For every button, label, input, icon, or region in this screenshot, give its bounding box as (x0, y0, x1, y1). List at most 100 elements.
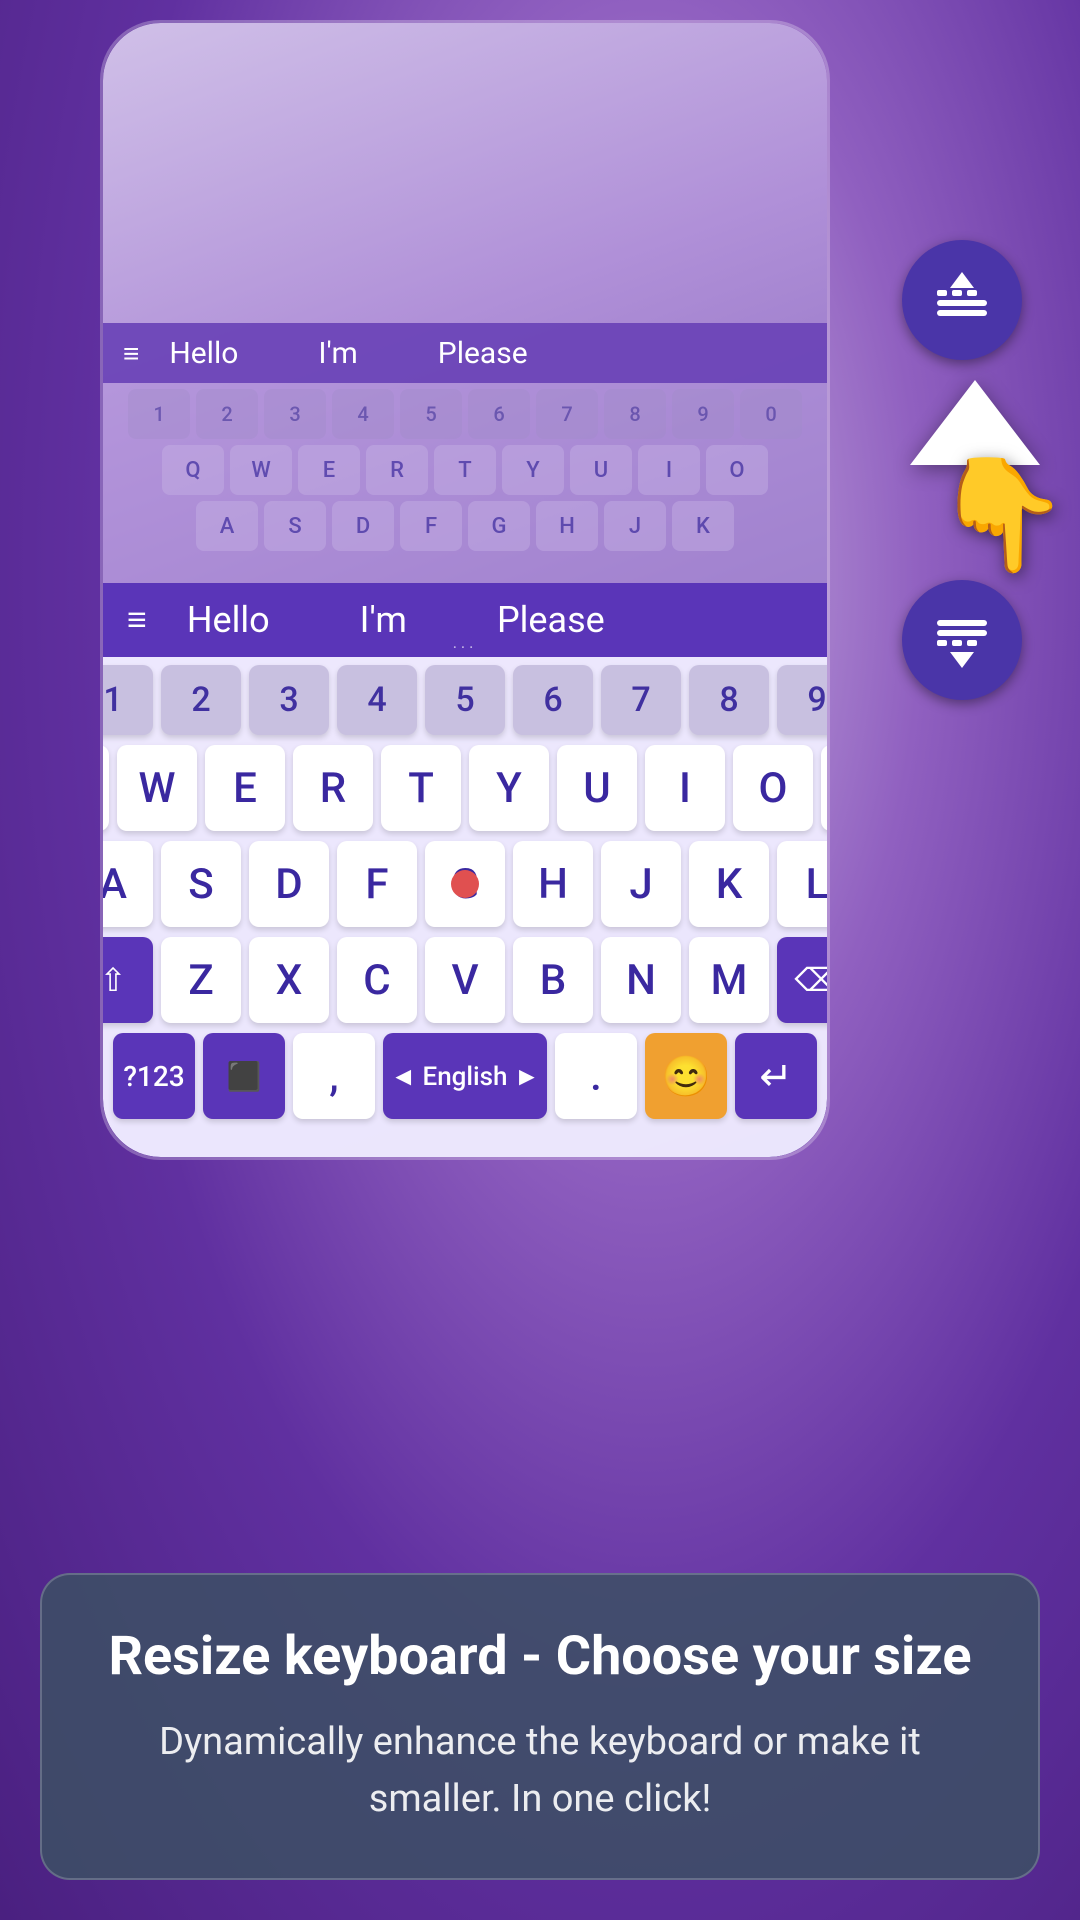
symbol-key[interactable]: ?123 (113, 1033, 195, 1119)
key-y[interactable]: Y (469, 745, 549, 831)
mini-key-rows: 1 2 3 4 5 6 7 8 9 0 Q W E R T Y (103, 383, 827, 563)
mini-key-7[interactable]: 7 (536, 389, 598, 439)
number-row: 1 2 3 4 5 6 7 8 9 (113, 665, 817, 735)
mini-key-0[interactable]: 0 (740, 389, 802, 439)
mini-key-8[interactable]: 8 (604, 389, 666, 439)
mini-key-w[interactable]: W (230, 445, 292, 495)
key-m[interactable]: M (689, 937, 769, 1023)
suggestion-please[interactable]: Please (497, 599, 605, 641)
key-d[interactable]: D (249, 841, 329, 927)
mini-key-5[interactable]: 5 (400, 389, 462, 439)
mini-suggestion-bar: ≡ Hello I'm Please (103, 323, 827, 383)
mini-key-y[interactable]: Y (502, 445, 564, 495)
mini-key-9[interactable]: 9 (672, 389, 734, 439)
key-7[interactable]: 7 (601, 665, 681, 735)
key-a[interactable]: A (103, 841, 153, 927)
key-6[interactable]: 6 (513, 665, 593, 735)
mini-key-k[interactable]: K (672, 501, 734, 551)
key-o[interactable]: O (733, 745, 813, 831)
suggestion-im[interactable]: I'm (360, 599, 407, 641)
main-keyboard: ≡ Hello I'm Please ··· 1 2 3 4 5 6 7 (103, 583, 827, 1157)
key-n[interactable]: N (601, 937, 681, 1023)
bottom-row: ?123 ⬛ , ◄ English ► . 😊 ↵ (113, 1033, 817, 1119)
key-8[interactable]: 8 (689, 665, 769, 735)
key-5[interactable]: 5 (425, 665, 505, 735)
keyboard-up-icon (932, 270, 992, 330)
asdf-row-wrapper: A S D F G H J K L (113, 841, 817, 927)
key-x[interactable]: X (249, 937, 329, 1023)
mini-number-row: 1 2 3 4 5 6 7 8 9 0 (111, 389, 819, 439)
backspace-key[interactable]: ⌫ (777, 937, 827, 1023)
mini-key-j[interactable]: J (604, 501, 666, 551)
mini-keyboard-small: ≡ Hello I'm Please 1 2 3 4 5 6 7 8 9 (103, 323, 827, 603)
main-suggestion-bar: ≡ Hello I'm Please ··· (103, 583, 827, 657)
key-z[interactable]: Z (161, 937, 241, 1023)
mini-key-h[interactable]: H (536, 501, 598, 551)
mini-row-qwerty: Q W E R T Y U I O (111, 445, 819, 495)
key-q[interactable]: Q (103, 745, 109, 831)
mini-suggestion-im[interactable]: I'm (318, 336, 357, 371)
mini-key-2[interactable]: 2 (196, 389, 258, 439)
shift-key[interactable]: ⇧ (103, 937, 153, 1023)
mini-suggestion-please[interactable]: Please (438, 336, 528, 371)
language-key[interactable]: ◄ English ► (383, 1033, 547, 1119)
key-4[interactable]: 4 (337, 665, 417, 735)
mini-row-asdf: A S D F G H J K (111, 501, 819, 551)
key-l[interactable]: L (777, 841, 827, 927)
mini-key-a[interactable]: A (196, 501, 258, 551)
mini-key-u[interactable]: U (570, 445, 632, 495)
mini-key-i[interactable]: I (638, 445, 700, 495)
translate-key[interactable]: ⬛ (203, 1033, 285, 1119)
key-u[interactable]: U (557, 745, 637, 831)
key-2[interactable]: 2 (161, 665, 241, 735)
phone-frame: ≡ Hello I'm Please 1 2 3 4 5 6 7 8 9 (100, 20, 830, 1160)
keyboard-down-icon (932, 610, 992, 670)
mini-key-1[interactable]: 1 (128, 389, 190, 439)
mini-menu-icon[interactable]: ≡ (123, 337, 139, 370)
key-c[interactable]: C (337, 937, 417, 1023)
mini-key-3[interactable]: 3 (264, 389, 326, 439)
keyboard-up-button[interactable] (902, 240, 1022, 360)
key-w[interactable]: W (117, 745, 197, 831)
mini-key-d[interactable]: D (332, 501, 394, 551)
emoji-key[interactable]: 😊 (645, 1033, 727, 1119)
keyboard-down-button[interactable] (902, 580, 1022, 700)
mini-key-4[interactable]: 4 (332, 389, 394, 439)
info-title: Resize keyboard - Choose your size (102, 1625, 978, 1690)
mini-key-r[interactable]: R (366, 445, 428, 495)
arrow-up-container: 👇 (910, 380, 1040, 465)
period-key[interactable]: . (555, 1033, 637, 1119)
g-dot-indicator (451, 870, 479, 898)
mini-key-g[interactable]: G (468, 501, 530, 551)
key-t[interactable]: T (381, 745, 461, 831)
suggestion-hello[interactable]: Hello (187, 599, 270, 641)
key-s[interactable]: S (161, 841, 241, 927)
key-j[interactable]: J (601, 841, 681, 927)
mini-key-e[interactable]: E (298, 445, 360, 495)
key-r[interactable]: R (293, 745, 373, 831)
main-suggestions: Hello I'm Please (187, 599, 605, 641)
key-b[interactable]: B (513, 937, 593, 1023)
key-p[interactable]: P (821, 745, 827, 831)
key-k[interactable]: K (689, 841, 769, 927)
mini-key-o[interactable]: O (706, 445, 768, 495)
mini-key-q[interactable]: Q (162, 445, 224, 495)
key-1[interactable]: 1 (103, 665, 153, 735)
key-e[interactable]: E (205, 745, 285, 831)
key-g[interactable]: G (425, 841, 505, 927)
mini-suggestion-hello[interactable]: Hello (169, 336, 238, 371)
key-i[interactable]: I (645, 745, 725, 831)
enter-key[interactable]: ↵ (735, 1033, 817, 1119)
key-9[interactable]: 9 (777, 665, 827, 735)
main-menu-icon[interactable]: ≡ (127, 600, 147, 640)
comma-key[interactable]: , (293, 1033, 375, 1119)
key-f[interactable]: F (337, 841, 417, 927)
mini-key-s[interactable]: S (264, 501, 326, 551)
key-h[interactable]: H (513, 841, 593, 927)
mini-key-f[interactable]: F (400, 501, 462, 551)
key-v[interactable]: V (425, 937, 505, 1023)
mini-key-6[interactable]: 6 (468, 389, 530, 439)
suggestion-dots: ··· (453, 638, 478, 657)
key-3[interactable]: 3 (249, 665, 329, 735)
mini-key-t[interactable]: T (434, 445, 496, 495)
